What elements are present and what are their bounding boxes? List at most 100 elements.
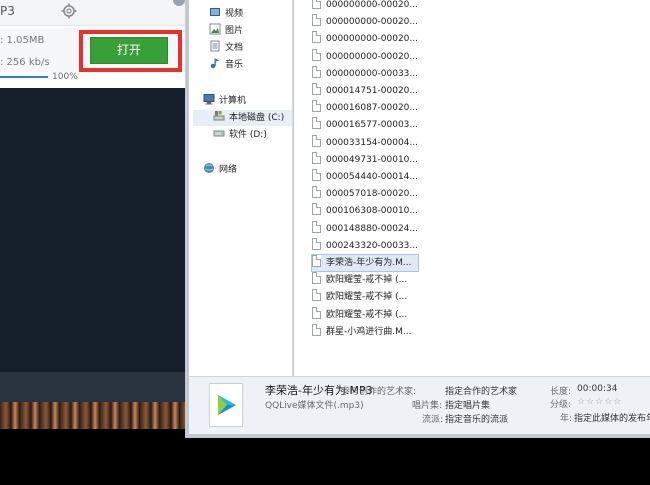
file-icon xyxy=(312,169,321,181)
file-name: 000243320-00033... xyxy=(326,240,418,251)
file-name: 000106308-00010... xyxy=(326,206,418,217)
open-file-dialog: 视频 图片 文档 音乐 计算机 本地磁盘 (C:) 软件 (D:) 网络 000… xyxy=(185,0,650,438)
nav-label: 视频 xyxy=(225,9,244,19)
file-list-item[interactable]: 欧阳耀莹-戒不掉 (... xyxy=(312,272,407,288)
file-list-item[interactable]: 000054440-00014... xyxy=(312,169,418,185)
file-list-item[interactable]: 000016577-00003... xyxy=(312,117,418,133)
file-name: 000016577-00003... xyxy=(326,120,418,131)
player-video-area xyxy=(0,88,188,368)
converter-header: P3 xyxy=(0,0,188,26)
file-list-item[interactable]: 000000000-00020... xyxy=(312,48,418,65)
file-icon xyxy=(312,289,321,302)
nav-label: 文档 xyxy=(225,43,244,53)
year-value[interactable]: 指定此媒体的发布年 xyxy=(574,411,650,424)
file-list-item[interactable]: 000106308-00010... xyxy=(312,203,418,219)
genre-label: 流派: xyxy=(422,415,444,425)
selected-file-type: QQLive媒体文件(.mp3) xyxy=(265,401,364,411)
file-list-item[interactable]: 000016087-00020... xyxy=(312,100,418,116)
file-name: 000000000-00033... xyxy=(326,68,418,79)
file-icon xyxy=(312,272,321,285)
network-icon xyxy=(203,162,215,174)
file-icon xyxy=(312,134,321,147)
file-name: 李荣浩-年少有为.M... xyxy=(326,258,412,268)
drive-icon xyxy=(213,127,225,139)
file-name: 000054440-00014... xyxy=(326,172,418,182)
file-icon xyxy=(312,151,321,164)
file-icon xyxy=(312,100,321,113)
navigation-pane: 视频 图片 文档 音乐 计算机 本地磁盘 (C:) 软件 (D:) 网络 xyxy=(189,0,293,376)
file-list-item[interactable]: 000000000-00020... xyxy=(312,0,418,13)
nav-label: 计算机 xyxy=(219,96,247,106)
year-label: 年: xyxy=(560,414,573,424)
rating-stars[interactable]: ☆☆☆☆☆ xyxy=(577,397,622,407)
music-note-icon xyxy=(209,57,221,69)
file-list-item[interactable]: 000014751-00020... xyxy=(312,83,418,99)
file-name: 000000000-00020... xyxy=(326,34,418,45)
file-icon xyxy=(312,65,321,78)
length-label: 长度: xyxy=(550,387,572,397)
length-value: 00:00:34 xyxy=(577,384,618,394)
progress-percent: 100% xyxy=(52,72,78,82)
file-icon xyxy=(312,14,321,27)
picture-library-icon xyxy=(209,23,221,35)
file-name: 000148880-00024... xyxy=(326,223,418,234)
file-list-item[interactable]: 群星-小鸡进行曲.M... xyxy=(312,323,412,340)
rating-label: 分级: xyxy=(550,400,572,410)
file-icon xyxy=(312,237,321,250)
gear-icon[interactable] xyxy=(61,3,77,19)
file-list-item[interactable]: 欧阳耀莹-戒不掉 (... xyxy=(312,306,408,323)
file-icon xyxy=(312,306,321,319)
nav-item-network[interactable]: 网络 xyxy=(203,162,237,178)
genre-value[interactable]: 指定音乐的流派 xyxy=(445,412,508,425)
media-file-icon xyxy=(209,383,243,427)
nav-label: 软件 (D:) xyxy=(229,130,267,140)
file-name: 000014751-00020... xyxy=(326,86,418,96)
system-drive-icon xyxy=(213,110,225,122)
file-name: 欧阳耀莹-戒不掉 (... xyxy=(326,309,408,320)
file-list-item[interactable]: 000000000-00033... xyxy=(312,65,418,82)
artist-value[interactable]: 指定合作的艺术家 xyxy=(445,384,517,397)
nav-item-videos[interactable]: 视频 xyxy=(209,6,243,22)
nav-item-computer[interactable]: 计算机 xyxy=(203,93,246,109)
computer-icon xyxy=(203,93,215,105)
file-icon xyxy=(312,0,321,9)
file-list-item[interactable]: 000243320-00033... xyxy=(312,237,418,254)
file-name: 000057018-00020... xyxy=(326,189,418,200)
file-icon xyxy=(312,255,321,267)
open-button[interactable]: 打开 xyxy=(90,37,168,64)
converter-window: P3 : 1.05MB : 256 kb/s 打开 100% xyxy=(0,0,188,88)
nav-label: 音乐 xyxy=(225,60,244,70)
file-icon xyxy=(312,31,321,44)
file-list-item[interactable]: 000000000-00020... xyxy=(312,31,418,47)
artist-label: 参与创作的艺术家: xyxy=(341,387,417,397)
file-icon xyxy=(312,83,321,95)
file-name: 000016087-00020... xyxy=(326,103,418,114)
file-icon xyxy=(312,203,321,216)
file-icon xyxy=(312,323,321,336)
nav-item-drive-d[interactable]: 软件 (D:) xyxy=(213,127,267,143)
file-icon xyxy=(312,117,321,130)
file-name: 000000000-00020... xyxy=(326,51,418,62)
file-list-item[interactable]: 000057018-00020... xyxy=(312,186,418,202)
file-list-item[interactable]: 李荣浩-年少有为.M... xyxy=(311,254,419,272)
file-name: 000033154-00004... xyxy=(326,137,418,148)
file-icon xyxy=(312,220,321,233)
album-label: 唱片集: xyxy=(412,401,443,411)
file-name: 000000000-00020... xyxy=(326,0,418,10)
file-name: 群星-小鸡进行曲.M... xyxy=(326,326,412,337)
file-list-item[interactable]: 欧阳耀莹-戒不掉 (... xyxy=(312,289,407,305)
file-name: 欧阳耀莹-戒不掉 (... xyxy=(326,292,408,303)
file-list-item[interactable]: 000000000-00020... xyxy=(312,14,418,30)
nav-item-pictures[interactable]: 图片 xyxy=(209,23,243,39)
progress-bar xyxy=(0,76,48,78)
bitrate: : 256 kb/s xyxy=(0,57,50,68)
file-icon xyxy=(312,186,321,199)
nav-item-documents[interactable]: 文档 xyxy=(209,40,243,56)
nav-item-drive-c[interactable]: 本地磁盘 (C:) xyxy=(193,110,292,126)
file-list-item[interactable]: 000049731-00010... xyxy=(312,151,418,168)
file-size: : 1.05MB xyxy=(0,35,45,46)
album-value[interactable]: 指定唱片集 xyxy=(445,398,490,411)
file-list-item[interactable]: 000148880-00024... xyxy=(312,220,418,237)
nav-item-music[interactable]: 音乐 xyxy=(209,57,243,73)
file-list-item[interactable]: 000033154-00004... xyxy=(312,134,418,151)
